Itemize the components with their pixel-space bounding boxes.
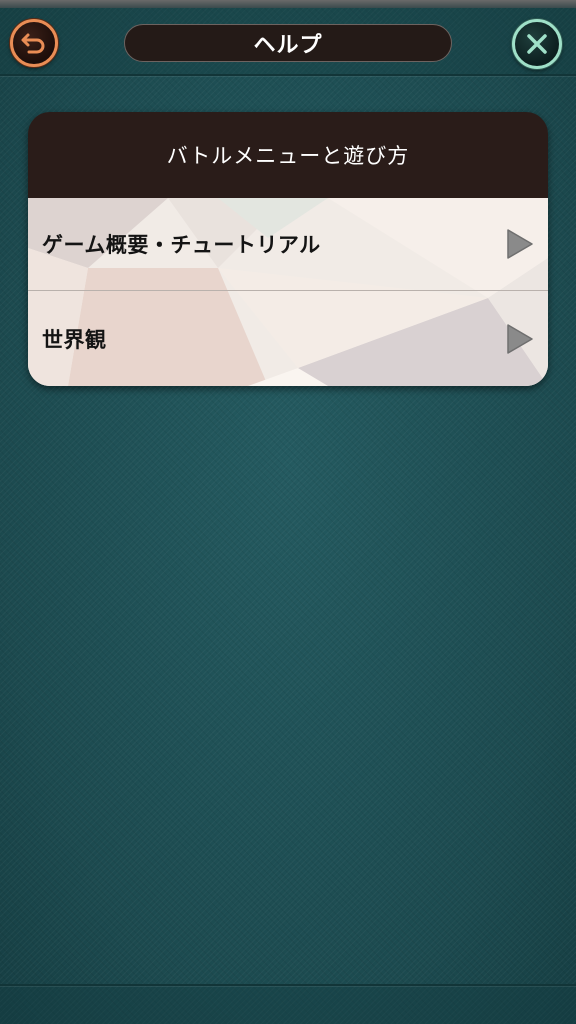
back-button[interactable]	[10, 19, 58, 67]
bottom-bar	[0, 984, 576, 1024]
card-body: ゲーム概要・チュートリアル 世界観	[28, 198, 548, 386]
help-menu-card: バトルメニューと遊び方 ゲーム概要・チュートリアル 世界観	[28, 112, 548, 386]
undo-arrow-icon	[21, 33, 45, 54]
top-status-strip	[0, 0, 576, 8]
play-arrow-icon	[507, 229, 533, 259]
play-arrow-icon	[507, 323, 533, 354]
menu-item-world-view[interactable]: 世界観	[28, 292, 548, 385]
close-x-icon	[527, 34, 547, 54]
close-button[interactable]	[512, 19, 562, 69]
menu-item-label: ゲーム概要・チュートリアル	[42, 233, 321, 257]
card-heading: バトルメニューと遊び方	[28, 112, 548, 198]
menu-item-label: 世界観	[42, 327, 107, 352]
page-title: ヘルプ	[124, 24, 452, 62]
menu-item-game-overview[interactable]: ゲーム概要・チュートリアル	[28, 198, 548, 291]
